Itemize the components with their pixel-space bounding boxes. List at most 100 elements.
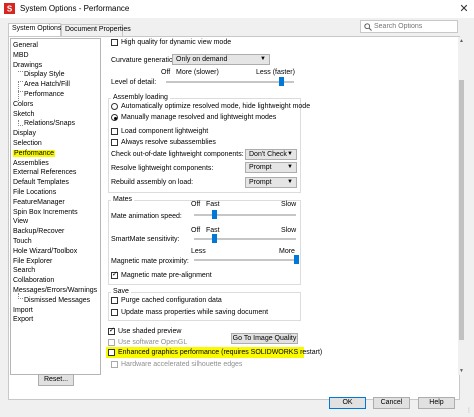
tree-item[interactable]: Drawings (13, 61, 42, 71)
level-of-detail-track (166, 81, 294, 83)
enhanced-graphics-checkbox[interactable] (108, 349, 115, 356)
mate-animation-slider[interactable] (211, 210, 217, 219)
tab-system-options[interactable]: System Options (8, 23, 61, 36)
tree-item-label: Performance (13, 149, 56, 157)
tree-item[interactable]: Colors (13, 100, 33, 110)
scroll-up-icon[interactable]: ▲ (459, 38, 464, 44)
chevron-down-icon: ▼ (287, 179, 293, 185)
chevron-down-icon: ▼ (260, 56, 266, 62)
cancel-button[interactable]: Cancel (373, 397, 410, 409)
scrollbar-thumb[interactable] (459, 80, 464, 340)
high-quality-dynamic-checkbox[interactable] (111, 39, 118, 46)
level-of-detail-slider[interactable] (278, 77, 284, 86)
hardware-silhouette-checkbox[interactable] (111, 361, 118, 368)
tree-item-label: Dismissed Messages (24, 296, 91, 304)
tree-item-label: MBD (13, 51, 29, 59)
update-mass-checkbox[interactable] (111, 309, 118, 316)
check-outdated-value: Don't Check (249, 151, 287, 158)
tree-item[interactable]: Collaboration (13, 276, 54, 286)
use-software-opengl-checkbox[interactable] (108, 339, 115, 346)
tree-item[interactable]: Selection (13, 139, 42, 149)
resolve-lightweight-select[interactable]: Prompt ▼ (245, 162, 297, 173)
tree-item-label: Performance (24, 91, 65, 98)
lod-more-label: More (slower) (176, 69, 219, 76)
tree-item[interactable]: Default Templates (13, 178, 69, 188)
svg-text:S: S (7, 5, 13, 14)
tree-item[interactable]: Relations/Snaps (24, 119, 75, 129)
rebuild-on-load-value: Prompt (249, 179, 272, 186)
use-shaded-preview-checkbox[interactable] (108, 326, 115, 335)
use-shaded-preview-label: Use shaded preview (118, 328, 182, 335)
tree-item[interactable]: Dismissed Messages (24, 296, 90, 306)
go-to-image-quality-button[interactable]: Go To Image Quality (231, 333, 298, 344)
tree-item[interactable]: Export (13, 315, 33, 325)
mates-fast-label: Fast (206, 201, 220, 208)
ok-button[interactable]: OK (329, 397, 366, 409)
options-tree: General MBD Drawings Display Style Area Hatc… (10, 38, 101, 375)
tree-item[interactable]: Sketch (13, 110, 34, 120)
tree-item[interactable]: Hole Wizard/Toolbox (13, 247, 77, 257)
tree-item[interactable]: MBD (13, 51, 29, 61)
tree-item[interactable]: Display Style (24, 70, 64, 80)
tree-item-label: View (13, 218, 29, 226)
tree-item-label: File Explorer (13, 257, 53, 265)
close-button[interactable]: ✕ (456, 1, 472, 17)
tree-item[interactable]: FeatureManager (13, 198, 65, 208)
check-outdated-select[interactable]: Don't Check ▼ (245, 149, 297, 160)
tree-item[interactable]: Area Hatch/Fill (24, 80, 70, 90)
tree-item[interactable]: Performance (24, 90, 64, 100)
tree-item[interactable]: Touch (13, 237, 32, 247)
scroll-down-icon[interactable]: ▼ (459, 368, 464, 374)
magnetic-proximity-label: Magnetic mate proximity: (111, 258, 189, 265)
tree-item[interactable]: Performance (13, 149, 56, 159)
tree-item-label: Colors (13, 100, 34, 108)
magnetic-proximity-slider[interactable] (293, 255, 299, 264)
curvature-generation-select[interactable]: Only on demand ▼ (172, 54, 270, 65)
search-input[interactable] (374, 21, 456, 32)
search-box[interactable] (360, 20, 458, 33)
load-lightweight-checkbox[interactable] (111, 128, 118, 135)
help-button[interactable]: Help (418, 397, 455, 409)
tree-connector (18, 81, 23, 82)
tree-item-label: Relations/Snaps (24, 120, 75, 128)
tree-connector (18, 71, 23, 72)
auto-optimize-radio[interactable] (111, 103, 118, 110)
smartmate-sensitivity-label: SmartMate sensitivity: (111, 236, 180, 243)
resize-grip-icon[interactable]: ⋮ (466, 408, 472, 414)
update-mass-label: Update mass properties while saving docu… (121, 309, 269, 316)
tree-item-label: Messages/Errors/Warnings (13, 287, 98, 294)
tree-item[interactable]: Display (13, 129, 36, 139)
magnetic-prealign-checkbox[interactable] (111, 270, 118, 279)
tree-item-label: Spin Box Increments (13, 208, 78, 216)
tree-item[interactable]: External References (13, 168, 76, 178)
tree-item-label: Hole Wizard/Toolbox (13, 247, 78, 255)
tree-item-label: Sketch (13, 110, 35, 118)
tree-item-label: File Locations (13, 189, 57, 196)
tree-item[interactable]: Search (13, 266, 35, 276)
tab-document-properties[interactable]: Document Properties (61, 24, 131, 36)
tree-item[interactable]: Assemblies (13, 159, 49, 169)
smartmate-sensitivity-slider[interactable] (211, 234, 217, 243)
tree-item-label: Drawings (13, 61, 43, 69)
curvature-generation-value: Only on demand (176, 56, 228, 63)
tree-item[interactable]: Backup/Recover (13, 227, 64, 237)
tree-item-label: Display (13, 130, 36, 138)
tree-item[interactable]: View (13, 217, 28, 227)
auto-optimize-label: Automatically optimize resolved mode, hi… (121, 103, 311, 110)
enhanced-graphics-label: Enhanced graphics performance (requires … (118, 349, 323, 356)
manual-manage-radio[interactable] (111, 114, 118, 121)
tree-item[interactable]: Messages/Errors/Warnings (13, 286, 97, 296)
rebuild-on-load-select[interactable]: Prompt ▼ (245, 177, 297, 188)
tree-connector (18, 91, 23, 92)
magnetic-proximity-track (194, 259, 296, 261)
always-resolve-checkbox[interactable] (111, 139, 118, 146)
tree-item[interactable]: General (13, 41, 38, 51)
purge-cache-checkbox[interactable] (111, 297, 118, 304)
reset-button[interactable]: Reset... (38, 374, 74, 386)
tree-item[interactable]: Import (13, 306, 33, 316)
window-title: System Options - Performance (20, 4, 130, 13)
tree-item[interactable]: File Locations (13, 188, 56, 198)
tree-connector (18, 298, 23, 299)
tree-item[interactable]: Spin Box Increments (13, 208, 78, 218)
tree-item[interactable]: File Explorer (13, 257, 52, 267)
